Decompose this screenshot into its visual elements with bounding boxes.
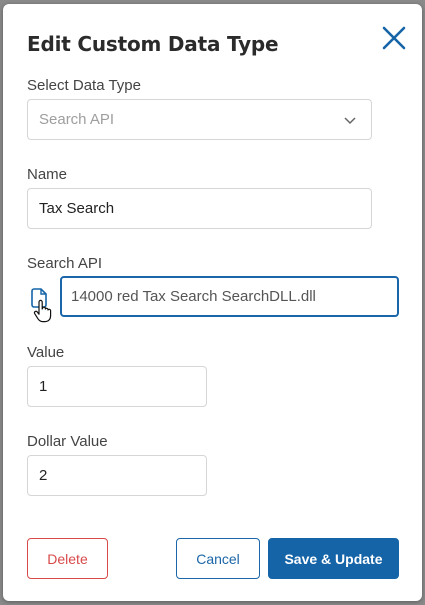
data-type-select[interactable]: Search API <box>27 99 372 140</box>
file-icon[interactable] <box>29 286 59 334</box>
name-value: Tax Search <box>39 200 115 217</box>
search-api-input[interactable]: 14000 red Tax Search SearchDLL.dll <box>60 276 399 317</box>
dollar-value-value: 2 <box>39 467 48 484</box>
edit-custom-data-type-dialog: Edit Custom Data Type Select Data Type S… <box>3 4 422 601</box>
dollar-value-label: Dollar Value <box>27 433 108 450</box>
value-input[interactable]: 1 <box>27 366 207 407</box>
search-api-value: 14000 red Tax Search SearchDLL.dll <box>71 288 316 305</box>
close-icon[interactable] <box>380 24 408 52</box>
name-label: Name <box>27 166 68 183</box>
save-update-button[interactable]: Save & Update <box>268 538 399 579</box>
delete-button[interactable]: Delete <box>27 538 108 579</box>
chevron-down-icon <box>344 117 356 125</box>
cancel-button[interactable]: Cancel <box>176 538 260 579</box>
dialog-title: Edit Custom Data Type <box>27 32 279 56</box>
search-api-label: Search API <box>27 255 103 272</box>
dollar-value-input[interactable]: 2 <box>27 455 207 496</box>
data-type-label: Select Data Type <box>27 77 141 94</box>
value-value: 1 <box>39 378 48 395</box>
data-type-value: Search API <box>39 111 115 128</box>
name-input[interactable]: Tax Search <box>27 188 372 229</box>
value-label: Value <box>27 344 65 361</box>
